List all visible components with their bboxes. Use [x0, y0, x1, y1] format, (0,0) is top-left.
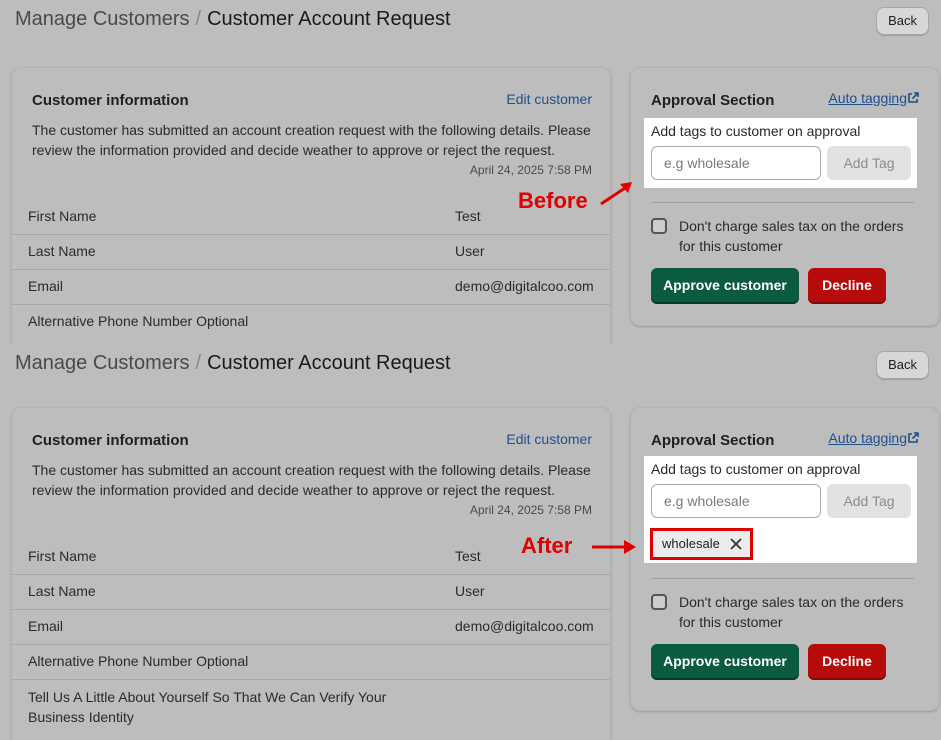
approve-customer-button[interactable]: Approve customer — [651, 644, 799, 678]
customer-info-description: The customer has submitted an account cr… — [32, 122, 591, 158]
back-button[interactable]: Back — [876, 351, 929, 379]
detail-value: Test — [455, 548, 481, 564]
request-date: April 24, 2025 7:58 PM — [469, 163, 592, 177]
divider — [651, 202, 914, 203]
close-icon[interactable] — [729, 537, 743, 551]
external-link-icon[interactable] — [907, 432, 919, 444]
breadcrumb-separator: / — [195, 8, 202, 30]
detail-label: Alternative Phone Number Optional — [28, 653, 249, 669]
edit-customer-link[interactable]: Edit customer — [506, 91, 592, 107]
edit-customer-link[interactable]: Edit customer — [506, 431, 592, 447]
before-annotation: Before — [518, 188, 588, 213]
page-title: Customer Account Request — [207, 352, 451, 374]
detail-value: demo@digitalcoo.com — [455, 618, 594, 634]
detail-label: Alternative Phone Number Optional — [28, 313, 249, 329]
detail-row: Alternative Phone Number Optional — [12, 644, 610, 679]
arrow-icon — [600, 182, 632, 206]
detail-value: User — [455, 583, 485, 599]
tax-exempt-label: Don't charge sales tax on the orders for… — [679, 218, 904, 254]
divider — [651, 578, 914, 579]
tag-input[interactable] — [651, 146, 821, 180]
customer-details-list: First Name Test Last Name User Email dem… — [12, 540, 610, 734]
detail-label: First Name — [28, 548, 97, 564]
detail-label: Tell Us A Little About Yourself So That … — [28, 689, 387, 725]
detail-label: Email — [28, 618, 64, 634]
detail-row: Last Name User — [12, 234, 610, 269]
detail-label: First Name — [28, 208, 97, 224]
customer-info-card: Customer information Edit customer The c… — [11, 407, 611, 740]
tags-label: Add tags to customer on approval — [651, 123, 861, 139]
customer-info-description: The customer has submitted an account cr… — [32, 462, 591, 498]
approval-card: Approval Section Auto tagging Add tags t… — [630, 407, 940, 711]
tag-section: Add tags to customer on approval Add Tag… — [644, 456, 917, 563]
decline-button[interactable]: Decline — [808, 268, 886, 302]
tag-input[interactable] — [651, 484, 821, 518]
approval-title: Approval Section — [651, 432, 775, 449]
before-screenshot: Manage Customers / Customer Account Reques… — [0, 0, 941, 344]
external-link-icon[interactable] — [907, 92, 919, 104]
tag-chip: wholesale — [650, 528, 753, 560]
auto-tagging-link[interactable]: Auto tagging — [828, 430, 907, 446]
tax-exempt-label: Don't charge sales tax on the orders for… — [679, 594, 904, 630]
breadcrumb: Manage Customers / Customer Account Reques… — [15, 352, 451, 375]
tag-section: Add tags to customer on approval Add Tag — [644, 118, 917, 188]
customer-details-list: First Name Test Last Name User Email dem… — [12, 200, 610, 339]
after-screenshot: Manage Customers / Customer Account Reques… — [0, 344, 941, 740]
breadcrumb: Manage Customers / Customer Account Reques… — [15, 8, 451, 31]
detail-row: Email demo@digitalcoo.com — [12, 269, 610, 304]
after-annotation: After — [521, 533, 573, 558]
auto-tagging-link[interactable]: Auto tagging — [828, 90, 907, 106]
detail-value: demo@digitalcoo.com — [455, 278, 594, 294]
page-header: Manage Customers / Customer Account Reques… — [0, 344, 941, 384]
detail-row: Email demo@digitalcoo.com — [12, 609, 610, 644]
tax-exempt-checkbox[interactable] — [651, 594, 667, 610]
breadcrumb-parent[interactable]: Manage Customers — [15, 352, 190, 374]
detail-row: Alternative Phone Number Optional — [12, 304, 610, 339]
detail-row: Last Name User — [12, 574, 610, 609]
breadcrumb-separator: / — [195, 352, 202, 374]
tag-chip-label: wholesale — [662, 536, 720, 551]
page-title: Customer Account Request — [207, 8, 451, 30]
decline-button[interactable]: Decline — [808, 644, 886, 678]
approve-customer-button[interactable]: Approve customer — [651, 268, 799, 302]
add-tag-button[interactable]: Add Tag — [827, 146, 911, 180]
detail-value: User — [455, 243, 485, 259]
approval-title: Approval Section — [651, 92, 775, 109]
add-tag-button[interactable]: Add Tag — [827, 484, 911, 518]
detail-row: Tell Us A Little About Yourself So That … — [12, 679, 610, 734]
detail-label: Last Name — [28, 243, 96, 259]
tags-label: Add tags to customer on approval — [651, 461, 861, 477]
approval-card: Approval Section Auto tagging Add tags t… — [630, 67, 940, 326]
detail-label: Last Name — [28, 583, 96, 599]
page-header: Manage Customers / Customer Account Reques… — [0, 0, 941, 40]
breadcrumb-parent[interactable]: Manage Customers — [15, 8, 190, 30]
detail-label: Email — [28, 278, 64, 294]
detail-value: Test — [455, 208, 481, 224]
customer-info-title: Customer information — [32, 432, 189, 449]
back-button[interactable]: Back — [876, 7, 929, 35]
tax-exempt-checkbox[interactable] — [651, 218, 667, 234]
customer-info-title: Customer information — [32, 92, 189, 109]
request-date: April 24, 2025 7:58 PM — [469, 503, 592, 517]
arrow-icon — [592, 540, 636, 554]
